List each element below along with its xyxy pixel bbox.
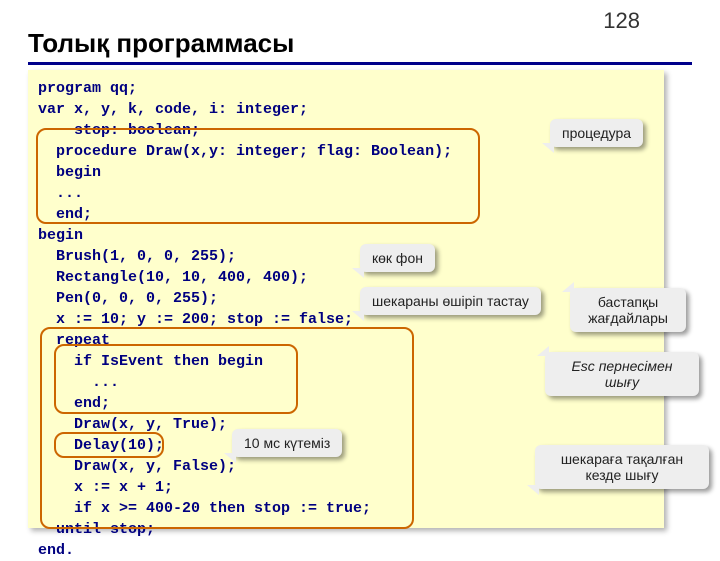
callout-text: 10 мс күтеміз [244,435,330,451]
code-line: begin [38,162,654,183]
code-line: program qq; [38,78,654,99]
code-line: end; [38,393,654,414]
callout-text: Esc пернесімен [557,358,687,374]
callout-esc-exit: Esc пернесімен шығу [545,352,699,396]
callout-initial-conditions: бастапқы жағдайлары [570,288,686,332]
callout-text: процедура [562,125,631,141]
callout-erase-border: шекараны өшіріп тастау [360,287,541,315]
callout-wait-10ms: 10 мс күтеміз [232,429,342,457]
callout-blue-bg: көк фон [360,244,435,272]
code-line: end. [38,540,654,561]
callout-procedure: процедура [550,119,643,147]
callout-text: шығу [557,374,687,390]
code-line: Draw(x, y, True); [38,414,654,435]
callout-text: бастапқы [582,294,674,310]
callout-text: шекараны өшіріп тастау [372,293,529,309]
code-line: end; [38,204,654,225]
code-line: repeat [38,330,654,351]
code-line: ... [38,183,654,204]
callout-border-stuck: шекараға тақалған кезде шығу [535,445,709,489]
code-line: var x, y, k, code, i: integer; [38,99,654,120]
code-line: until stop; [38,519,654,540]
title-underline [28,62,692,65]
callout-text: жағдайлары [582,310,674,326]
page-number: 128 [603,8,640,34]
callout-text: шекараға тақалған [547,451,697,467]
callout-text: кезде шығу [547,467,697,483]
code-line: x := 10; y := 200; stop := false; [38,309,654,330]
code-line: begin [38,225,654,246]
callout-text: көк фон [372,250,423,266]
code-line: if x >= 400-20 then stop := true; [38,498,654,519]
code-line: Brush(1, 0, 0, 255); [38,246,654,267]
page-title: Толық программасы [28,28,294,59]
